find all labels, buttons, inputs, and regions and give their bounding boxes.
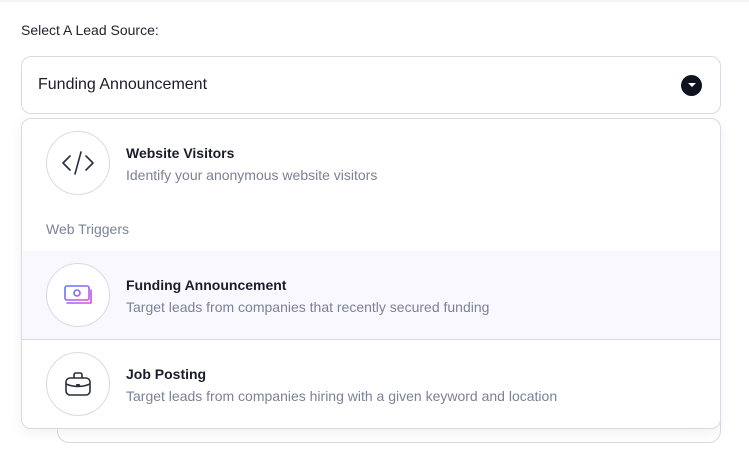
option-job-posting[interactable]: Job Posting Target leads from companies … [22,340,720,428]
group-header-web-triggers: Web Triggers [46,221,129,237]
money-icon [46,263,110,327]
option-title: Job Posting [126,366,207,382]
code-icon [46,131,110,195]
selected-value: Funding Announcement [38,76,208,93]
briefcase-icon [46,352,110,416]
option-title: Website Visitors [126,145,235,161]
top-divider [0,0,749,2]
option-title: Funding Announcement [126,277,287,293]
lead-source-select[interactable]: Funding Announcement [21,56,721,114]
option-description: Target leads from companies that recentl… [126,299,490,315]
lead-source-dropdown: Website Visitors Identify your anonymous… [21,118,721,429]
option-website-visitors[interactable]: Website Visitors Identify your anonymous… [22,119,720,207]
option-description: Target leads from companies hiring with … [126,388,558,404]
option-description: Identify your anonymous website visitors [126,167,378,183]
chevron-down-icon[interactable] [681,74,702,96]
lead-source-label: Select A Lead Source: [21,22,159,38]
option-funding-announcement[interactable]: Funding Announcement Target leads from c… [22,251,720,340]
